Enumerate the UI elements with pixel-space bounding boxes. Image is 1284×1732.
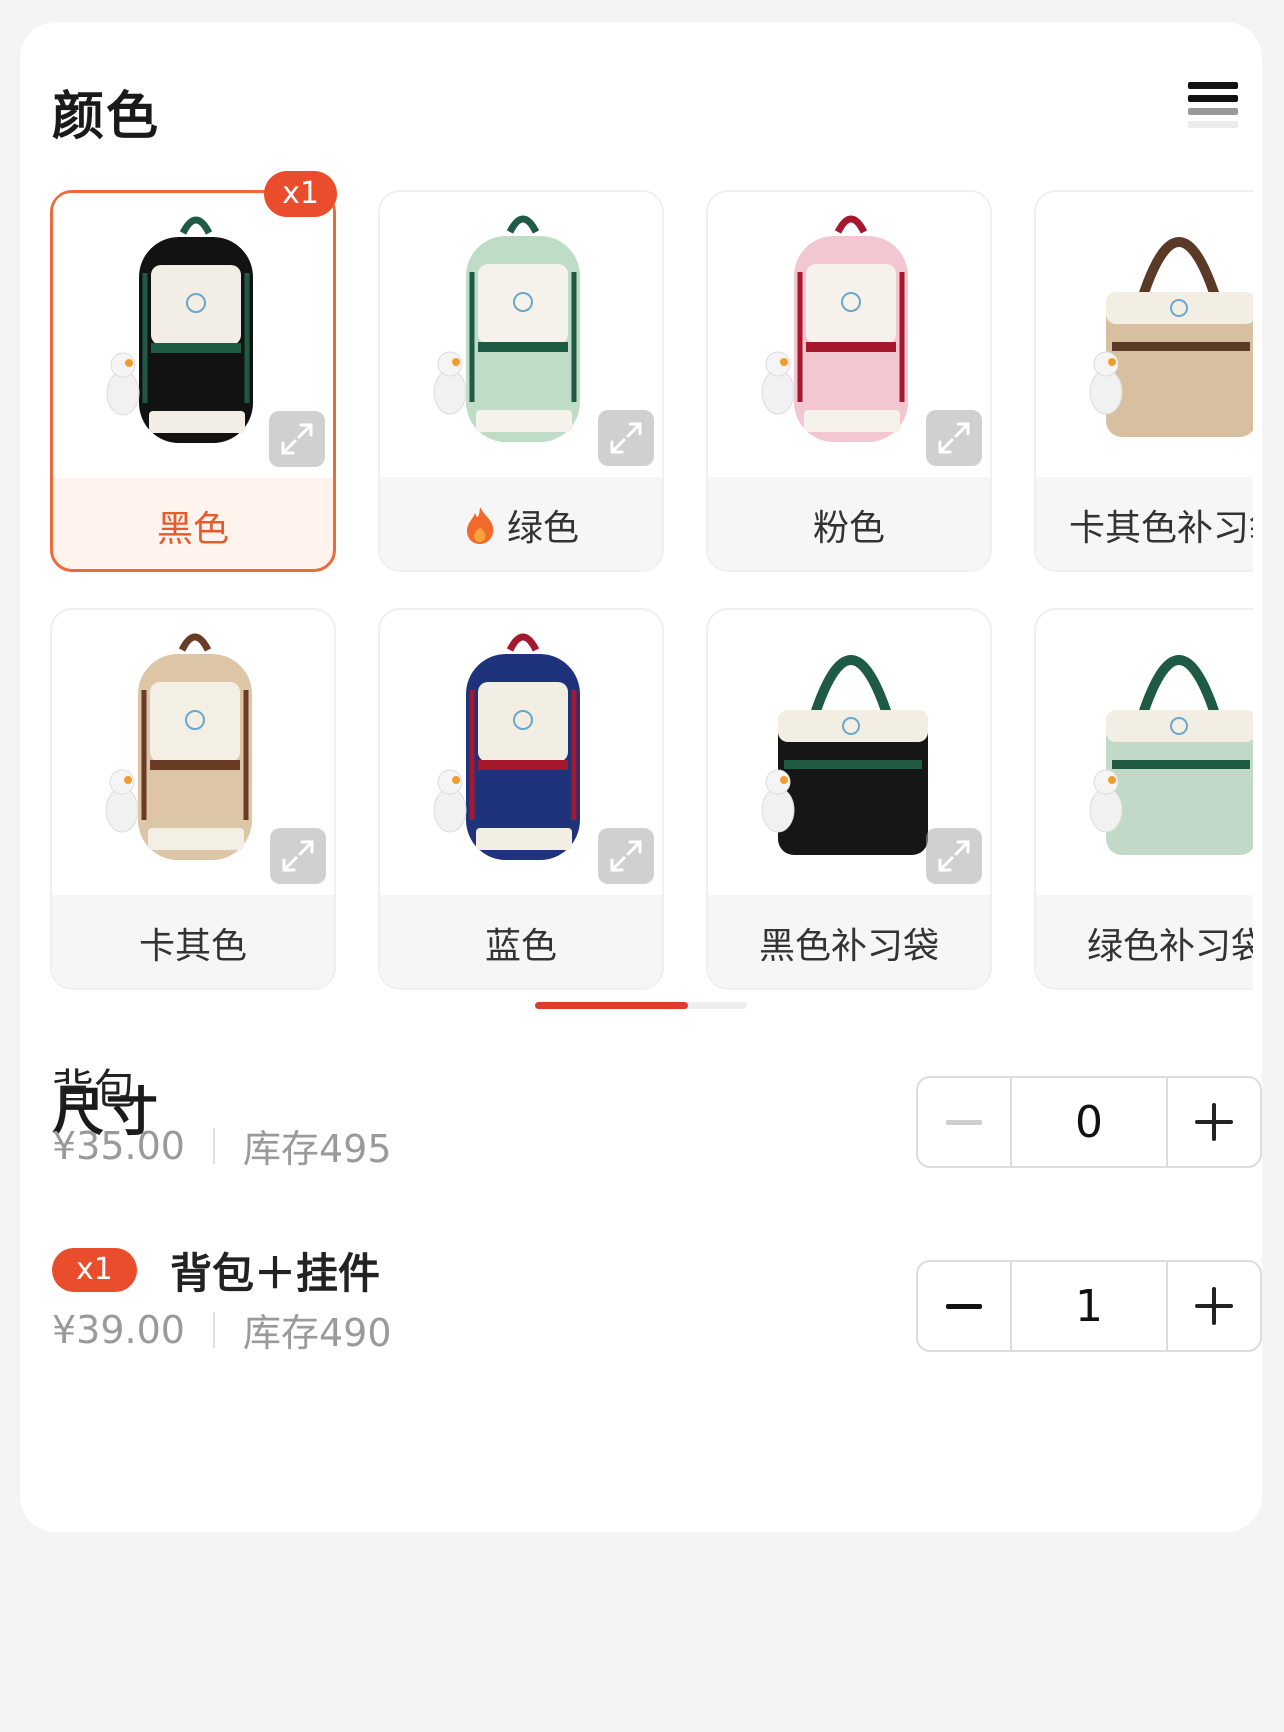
color-option-text: 蓝色 [484,925,557,967]
color-option-label: 绿色 [380,477,662,572]
plus-icon [1194,1287,1233,1325]
meta-divider [212,1127,215,1164]
size-option-stock: 库存490 [242,1311,392,1355]
plus-icon [1194,1103,1233,1141]
color-section-title: 颜色 [52,87,161,147]
color-option-label: 粉色 [708,477,990,572]
color-option-label: 卡其色 [52,895,334,990]
list-view-icon[interactable] [1188,82,1238,132]
color-option-label: 蓝色 [380,895,662,990]
sku-selector-card: 颜色 黑色x1绿色粉色卡其色补习袋卡其色蓝色黑色补习袋绿色补习袋 尺寸 背包 ¥… [20,22,1262,1532]
selected-count-badge: x1 [264,171,337,217]
expand-image-icon[interactable] [926,828,982,884]
size-option-name: 背包＋挂件 [170,1249,381,1298]
minus-icon [946,1119,983,1125]
color-option-tile[interactable]: 蓝色 [378,608,664,990]
color-option-label: 黑色 [53,478,333,573]
quantity-value[interactable]: 0 [1010,1078,1168,1166]
size-option-row: 背包 ¥35.00 库存495 0 [52,1056,1262,1176]
size-option-price: ¥39.00 [52,1307,185,1352]
color-option-label: 绿色补习袋 [1036,895,1253,990]
size-option-meta: ¥39.00 库存490 [52,1302,392,1357]
color-option-label: 卡其色补习袋 [1036,477,1253,572]
expand-image-icon[interactable] [926,410,982,466]
size-option-name: 背包 [52,1065,137,1114]
color-option-tile[interactable]: 黑色补习袋 [706,608,992,990]
scroll-indicator-thumb [535,1002,688,1009]
hot-flame-icon [466,506,494,544]
size-option-meta: ¥35.00 库存495 [52,1118,392,1173]
color-option-tile[interactable]: 卡其色补习袋 [1034,190,1253,572]
selected-count-badge: x1 [52,1248,137,1292]
color-variant-grid: 黑色 x1 绿色 粉色 卡其色补习袋卡其色 蓝色 黑色补习袋 绿色补习袋 [50,165,1253,1005]
color-option-tile[interactable]: 绿色补习袋 [1034,608,1253,990]
quantity-stepper: 0 [916,1076,1262,1168]
size-option-stock: 库存495 [242,1127,392,1171]
color-option-text: 黑色 [156,508,229,550]
increase-button[interactable] [1168,1078,1260,1166]
size-option-row: x1 背包＋挂件 ¥39.00 库存490 1 [52,1240,1262,1360]
color-option-tile[interactable]: 黑色 x1 [50,171,337,573]
decrease-button[interactable] [918,1078,1010,1166]
color-option-text: 卡其色补习袋 [1068,507,1253,549]
color-option-text: 黑色补习袋 [758,925,939,967]
color-option-text: 绿色补习袋 [1086,925,1253,967]
decrease-button[interactable] [918,1262,1010,1350]
color-option-text: 粉色 [812,507,885,549]
expand-image-icon[interactable] [598,828,654,884]
tote-khaki-image [1036,192,1253,477]
increase-button[interactable] [1168,1262,1260,1350]
expand-image-icon[interactable] [598,410,654,466]
size-option-price: ¥35.00 [52,1123,185,1168]
tote-green-image [1036,610,1253,895]
color-option-label: 黑色补习袋 [708,895,990,990]
minus-icon [946,1303,983,1309]
horizontal-scroll-indicator [535,1002,747,1009]
meta-divider [212,1311,215,1348]
expand-image-icon[interactable] [270,828,326,884]
quantity-value[interactable]: 1 [1010,1262,1168,1350]
color-option-tile[interactable]: 绿色 [378,190,664,572]
color-option-text: 卡其色 [138,925,247,967]
quantity-stepper: 1 [916,1260,1262,1352]
color-option-text: 绿色 [506,507,579,549]
color-option-tile[interactable]: 粉色 [706,190,992,572]
color-option-tile[interactable]: 卡其色 [50,608,336,990]
expand-image-icon[interactable] [269,411,325,467]
